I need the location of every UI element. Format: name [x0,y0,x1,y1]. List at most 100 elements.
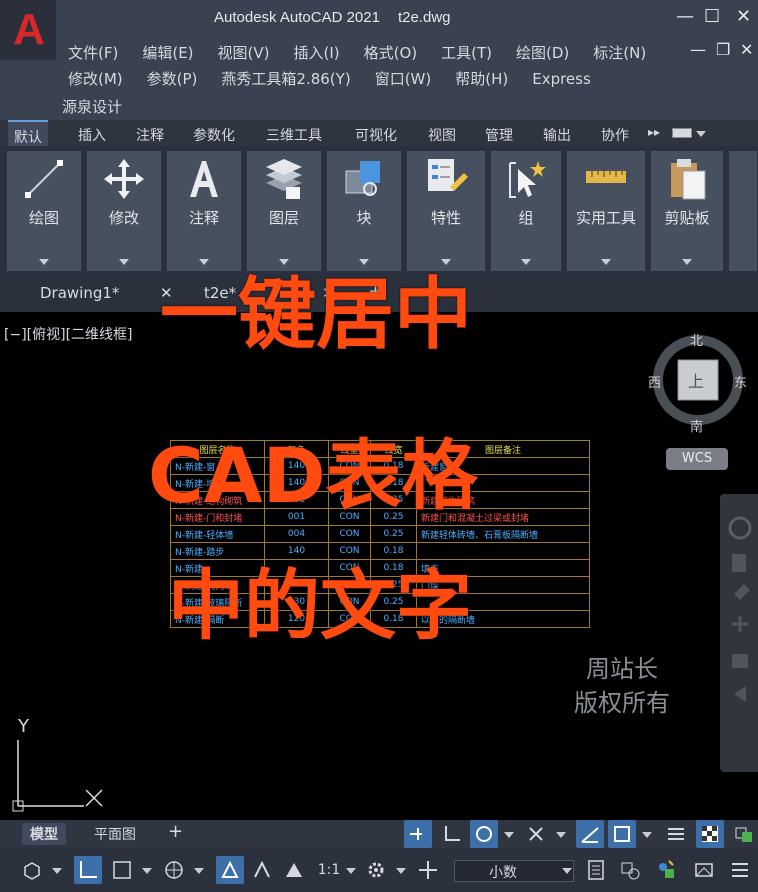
polar-dropdown-icon[interactable] [504,832,514,838]
minimize-button[interactable]: — [676,6,694,27]
close-button[interactable]: ✕ [736,6,751,27]
isodraft-dropdown-icon[interactable] [556,832,566,838]
autocad-logo[interactable]: A [0,0,56,60]
menu-format[interactable]: 格式(O) [364,44,418,62]
ortho-button[interactable] [438,820,466,848]
gizmo-dropdown-icon[interactable] [194,868,204,874]
table-cell-note[interactable]: 新建轻体砖墙、石膏板隔断墙 [416,525,590,543]
table-cell-linetype[interactable]: CON [328,525,371,543]
wcs-menu-button[interactable]: WCS [666,448,728,470]
panel-utilities[interactable]: 实用工具 [566,150,646,272]
units-selector[interactable]: 小数 [454,860,574,882]
scale-selector[interactable]: 1:1 [312,856,346,884]
panel-utilities-dropdown-icon[interactable] [601,259,611,265]
selection-cycling-button[interactable] [730,820,758,848]
menu-dimension[interactable]: 标注(N) [593,44,646,62]
add-layout-button[interactable]: + [168,821,183,842]
lock-ui-button[interactable] [616,856,644,884]
polar-tracking-button[interactable] [470,820,498,848]
3d-object-snap-button[interactable] [18,856,46,884]
panel-modify-dropdown-icon[interactable] [119,259,129,265]
isolate-objects-button[interactable] [652,856,680,884]
ribbon-minimize-icon[interactable] [672,128,692,138]
auto-scale-button[interactable] [248,856,276,884]
doc-minimize-button[interactable]: — [690,40,706,59]
menu-draw[interactable]: 绘图(D) [516,44,569,62]
menu-yuanquan-design[interactable]: 源泉设计 [62,98,122,116]
isometric-drafting-button[interactable] [522,820,550,848]
compass-east[interactable]: 东 [734,372,747,391]
grid-snap-button[interactable] [404,820,432,848]
panel-modify[interactable]: 修改 [86,150,162,272]
compass-south[interactable]: 南 [690,416,703,435]
menu-parametric[interactable]: 参数(P) [147,70,198,88]
workspace-button[interactable] [362,856,390,884]
scale-dropdown-icon[interactable] [346,868,356,874]
osnap-dropdown-icon[interactable] [642,832,652,838]
doc-restore-button[interactable]: ❐ [716,40,730,59]
annotation-monitor-button[interactable] [414,856,442,884]
more-tabs-icon[interactable]: ▸▸ [648,125,660,139]
lineweight-button[interactable] [662,820,690,848]
selection-filter-button[interactable] [108,856,136,884]
panel-clipboard[interactable]: 剪贴板 [650,150,724,272]
quick-properties-button[interactable] [582,856,610,884]
panel-overflow[interactable] [728,150,758,272]
viewcube[interactable]: 北 南 东 西 上 WCS [648,330,752,480]
tab-model[interactable]: 模型 [22,823,66,845]
3d-osnap-dropdown-icon[interactable] [52,868,62,874]
file-tab-drawing1[interactable]: Drawing1* [40,284,119,302]
menu-edit[interactable]: 编辑(E) [142,44,193,62]
panel-draw[interactable]: 绘图 [6,150,82,272]
menu-file[interactable]: 文件(F) [68,44,118,62]
ribbon-minimize-dropdown-icon[interactable] [696,131,706,137]
menu-insert[interactable]: 插入(I) [294,44,340,62]
transparency-button[interactable] [696,820,724,848]
compass-north[interactable]: 北 [690,330,703,349]
customization-menu-button[interactable] [726,856,754,884]
dynamic-ucs-button[interactable] [74,856,102,884]
drawing-canvas[interactable]: [−][俯视][二维线框] 北 南 东 西 上 WCS 图层名称 颜色 线型 线… [0,270,758,820]
tab-3d-tools[interactable]: 三维工具 [266,125,322,145]
tab-annotate[interactable]: 注释 [136,125,164,145]
workspace-dropdown-icon[interactable] [396,868,406,874]
tab-collaborate[interactable]: 协作 [601,125,629,145]
menu-tools[interactable]: 工具(T) [441,44,492,62]
menu-modify[interactable]: 修改(M) [68,70,123,88]
menu-help[interactable]: 帮助(H) [455,70,508,88]
compass-west[interactable]: 西 [648,372,661,391]
object-snap-tracking-button[interactable] [576,820,604,848]
clean-screen-button[interactable] [690,856,718,884]
panel-group[interactable]: 组 [490,150,562,272]
tab-default[interactable]: 默认 [8,120,48,146]
tab-output[interactable]: 输出 [543,125,571,145]
tab-view[interactable]: 视图 [428,125,456,145]
viewcube-top-face[interactable]: 上 [688,368,704,392]
tab-insert[interactable]: 插入 [78,125,106,145]
maximize-button[interactable]: ☐ [704,6,720,27]
table-row[interactable]: N-新建-轻体墙 004 CON 0.25 新建轻体砖墙、石膏板隔断墙 [170,525,590,543]
panel-draw-dropdown-icon[interactable] [39,259,49,265]
doc-close-button[interactable]: ✕ [740,40,753,59]
tab-manage[interactable]: 管理 [485,125,513,145]
menu-view[interactable]: 视图(V) [218,44,270,62]
filter-dropdown-icon[interactable] [142,868,152,874]
tab-layout-plan[interactable]: 平面图 [94,824,136,844]
menu-express[interactable]: Express [532,70,591,88]
tab-parametric[interactable]: 参数化 [193,125,235,145]
annotation-visibility-button[interactable] [216,856,244,884]
table-cell-color[interactable]: 004 [264,525,329,543]
gizmo-button[interactable] [160,856,188,884]
table-cell-width[interactable]: 0.25 [370,525,417,543]
tab-visualize[interactable]: 可视化 [355,125,397,145]
menu-window[interactable]: 窗口(W) [375,70,432,88]
annotation-scale-button[interactable] [280,856,308,884]
units-dropdown-icon[interactable] [562,868,572,874]
navigation-bar[interactable] [720,494,758,772]
panel-group-dropdown-icon[interactable] [521,259,531,265]
table-cell-name[interactable]: N-新建-轻体墙 [170,525,265,543]
menu-yanxiu-toolbox[interactable]: 燕秀工具箱2.86(Y) [221,70,350,88]
viewport-controls-label[interactable]: [−][俯视][二维线框] [4,324,133,344]
panel-clipboard-dropdown-icon[interactable] [682,259,692,265]
object-snap-button[interactable] [608,820,636,848]
